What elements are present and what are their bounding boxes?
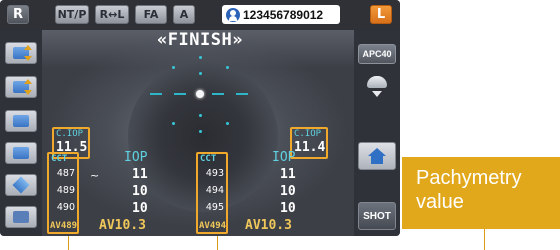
cct-average: AV489 (50, 221, 78, 231)
screen-title: «FINISH» (157, 30, 243, 50)
left-toolbar (0, 30, 42, 236)
screen-icon (13, 147, 29, 159)
reticle-dot (199, 56, 202, 59)
reticle-line (174, 93, 186, 95)
iop-value: 11 (280, 167, 296, 182)
range-marker: ~ (90, 169, 100, 182)
patient-id: 123456789012 (243, 7, 324, 22)
right-eye-button[interactable]: R (7, 5, 29, 24)
reticle-dot (172, 66, 175, 69)
patient-id-field[interactable]: 123456789012 (222, 5, 340, 24)
cct-average: AV494 (199, 221, 227, 231)
corneal-reflex (196, 90, 204, 98)
chevron-down-icon (372, 91, 382, 97)
cct-value: 495 (205, 202, 224, 213)
cct-header: CCT (51, 154, 68, 164)
left-eye-button[interactable]: L (370, 5, 392, 24)
ciop-label: C.IOP (56, 129, 84, 139)
adjust-down-button[interactable] (5, 76, 37, 98)
cct-value: 487 (56, 168, 75, 179)
a-button[interactable]: A (173, 5, 195, 24)
patient-icon (226, 7, 240, 22)
iop-value: 10 (132, 201, 148, 216)
right-cct-box: CCT 487 489 490 AV489 (47, 152, 79, 234)
callout-pointer-right (68, 236, 69, 250)
print-button[interactable] (5, 206, 37, 228)
screen-icon (13, 115, 29, 127)
reticle-dot (199, 130, 202, 133)
reticle-line (236, 93, 248, 95)
data-out-button[interactable] (5, 142, 37, 164)
cct-value: 490 (56, 202, 75, 213)
ciop-label: C.IOP (294, 129, 322, 139)
iop-average: AV10.3 (245, 218, 292, 233)
reticle-dot (172, 122, 175, 125)
tonometer-screen: R NT/P R↔L FA A 123456789012 L «FINISH» … (0, 0, 400, 236)
air-puff-button[interactable] (364, 74, 390, 100)
reticle-dot (199, 114, 202, 117)
up-down-arrows-icon (13, 45, 32, 61)
home-icon (368, 148, 386, 164)
callout-text-line1: Pachymetry (416, 167, 522, 189)
reticle-dot (226, 66, 229, 69)
ciop-value: 11.4 (294, 140, 326, 155)
iop-value: 11 (132, 167, 148, 182)
top-bar: R NT/P R↔L FA A 123456789012 L (0, 0, 400, 30)
iop-average: AV10.3 (99, 218, 146, 233)
puff-dome-icon (367, 76, 387, 88)
cct-value: 493 (205, 168, 224, 179)
data-in-button[interactable] (5, 110, 37, 132)
reticle-dot (226, 122, 229, 125)
iop-value: 10 (280, 201, 296, 216)
reticle-line (212, 93, 224, 95)
cct-header: CCT (200, 154, 217, 164)
shot-button[interactable]: SHOT (358, 202, 396, 230)
up-down-arrows-icon (13, 79, 32, 95)
eraser-button[interactable] (5, 174, 37, 196)
left-cct-box: CCT 493 494 495 AV494 (196, 152, 228, 234)
cct-value: 494 (205, 185, 224, 196)
apc-button[interactable]: APC40 (358, 44, 396, 64)
left-ciop-box: C.IOP 11.4 (290, 127, 328, 159)
iop-header: IOP (272, 150, 296, 165)
swap-eye-button[interactable]: R↔L (95, 5, 129, 24)
pachymetry-callout: Pachymetry value (402, 157, 560, 229)
eraser-icon (12, 176, 30, 194)
iop-header: IOP (124, 150, 148, 165)
cct-value: 489 (56, 185, 75, 196)
right-toolbar: APC40 SHOT (354, 30, 400, 236)
fa-button[interactable]: FA (135, 5, 167, 24)
callout-pointer-main (484, 229, 485, 250)
printer-icon (13, 211, 29, 223)
adjust-up-button[interactable] (5, 42, 37, 64)
reticle-line (150, 93, 162, 95)
home-button[interactable] (358, 142, 396, 170)
reticle-dot (199, 72, 202, 75)
iop-value: 10 (280, 184, 296, 199)
callout-text-line2: value (416, 191, 464, 213)
ntp-button[interactable]: NT/P (55, 5, 89, 24)
callout-pointer-left (217, 236, 218, 250)
iop-value: 10 (132, 184, 148, 199)
